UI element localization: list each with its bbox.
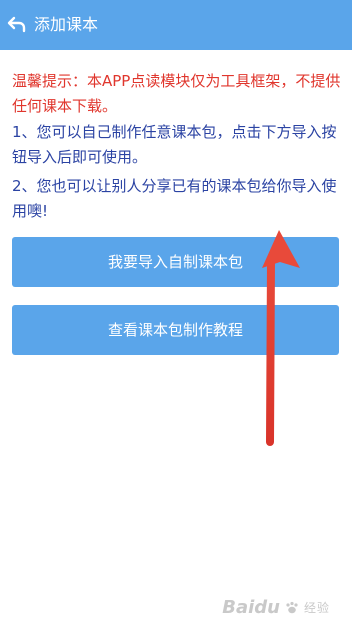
instruction-2: 2、您也可以让别人分享已有的课本包给你导入使用噢! bbox=[12, 177, 337, 220]
paw-icon bbox=[286, 601, 298, 613]
watermark-logo: Baidu bbox=[222, 597, 280, 618]
view-tutorial-button[interactable]: 查看课本包制作教程 bbox=[12, 305, 339, 355]
back-arrow-icon[interactable] bbox=[7, 14, 27, 34]
watermark-subtext: 经验 bbox=[303, 601, 330, 615]
import-textbook-button[interactable]: 我要导入自制课本包 bbox=[12, 237, 339, 287]
notice-text: 温馨提示：本APP点读模块仅为工具框架，不提供任何课本下载。 bbox=[12, 72, 341, 115]
page-title: 添加课本 bbox=[34, 15, 99, 34]
app-header: 添加课本 bbox=[0, 0, 352, 50]
instruction-1: 1、您可以自己制作任意课本包，点击下方导入按钮导入后即可使用。 bbox=[12, 123, 337, 166]
baidu-watermark: Baidu 经验 bbox=[222, 597, 330, 618]
